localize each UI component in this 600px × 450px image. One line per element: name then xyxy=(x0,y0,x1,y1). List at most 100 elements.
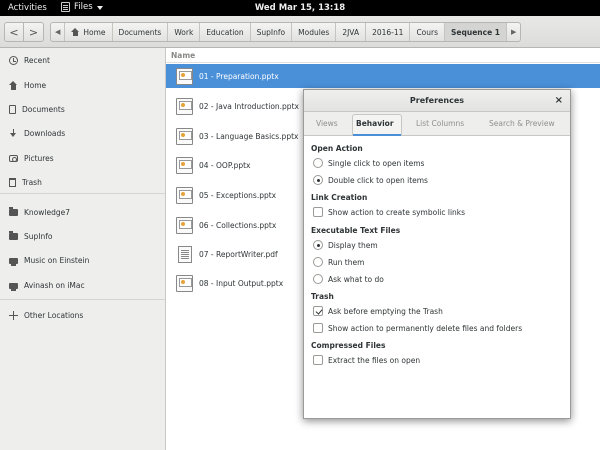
preferences-dialog: Preferences × Views Behavior List Column… xyxy=(303,89,571,419)
option-label: Ask what to do xyxy=(328,274,384,284)
back-button[interactable]: < xyxy=(4,22,24,42)
forward-button[interactable]: > xyxy=(24,22,44,42)
radio-ask-what-to-do[interactable]: Ask what to do xyxy=(313,274,384,284)
sidebar-item-avinash-on-imac[interactable]: Avinash on iMac xyxy=(0,276,165,294)
checkbox-extract-on-open[interactable]: Extract the files on open xyxy=(313,355,420,365)
sidebar-item-label: Downloads xyxy=(24,128,66,138)
sidebar-item-other-locations[interactable]: Other Locations xyxy=(0,306,165,324)
path-scroll-left-button[interactable]: ◀ xyxy=(51,23,64,41)
checkbox[interactable] xyxy=(313,207,323,217)
sidebar: Recent Home Documents Downloads Pictures… xyxy=(0,48,166,450)
clock[interactable]: Wed Mar 15, 13:18 xyxy=(0,3,600,13)
radio-button-selected[interactable] xyxy=(313,240,323,250)
file-name: 03 - Language Basics.pptx xyxy=(199,131,299,141)
radio-run-them[interactable]: Run them xyxy=(313,257,364,267)
home-icon xyxy=(71,28,80,36)
radio-button-selected[interactable] xyxy=(313,175,323,185)
active-tab-indicator xyxy=(353,134,401,136)
network-drive-icon xyxy=(9,282,18,291)
crumb-cours[interactable]: Cours xyxy=(409,23,444,41)
file-row[interactable]: 01 - Preparation.pptx xyxy=(166,64,600,88)
radio-single-click[interactable]: Single click to open items xyxy=(313,158,424,168)
recent-icon xyxy=(9,55,18,65)
option-label: Display them xyxy=(328,240,378,250)
section-title-open-action: Open Action xyxy=(311,144,363,153)
path-scroll-right-button[interactable]: ▶ xyxy=(506,23,520,41)
section-title-link-creation: Link Creation xyxy=(311,193,368,202)
presentation-file-icon xyxy=(176,216,193,234)
column-header-name[interactable]: Name xyxy=(166,48,600,63)
radio-button[interactable] xyxy=(313,274,323,284)
section-title-trash: Trash xyxy=(311,292,334,301)
sidebar-item-home[interactable]: Home xyxy=(0,76,165,94)
presentation-file-icon xyxy=(176,97,193,115)
crumb-modules[interactable]: Modules xyxy=(291,23,335,41)
close-icon[interactable]: × xyxy=(555,95,563,106)
crumb-2jva[interactable]: 2JVA xyxy=(335,23,365,41)
sidebar-item-documents[interactable]: Documents xyxy=(0,100,165,118)
section-title-compressed-files: Compressed Files xyxy=(311,341,386,350)
crumb-supinfo[interactable]: SupInfo xyxy=(249,23,291,41)
option-label: Ask before emptying the Trash xyxy=(328,306,443,316)
option-label: Show action to permanently delete files … xyxy=(328,323,523,333)
file-name: 05 - Exceptions.pptx xyxy=(199,190,277,200)
dialog-title: Preferences xyxy=(304,90,570,112)
checkbox[interactable] xyxy=(313,323,323,333)
crumb-work[interactable]: Work xyxy=(167,23,199,41)
tab-list-columns[interactable]: List Columns xyxy=(416,119,464,128)
folder-icon xyxy=(9,231,18,240)
sidebar-item-label: Recent xyxy=(24,55,50,65)
file-name: 08 - Input Output.pptx xyxy=(199,278,284,288)
file-name: 06 - Collections.pptx xyxy=(199,220,277,230)
presentation-file-icon xyxy=(176,67,193,85)
file-name: 01 - Preparation.pptx xyxy=(199,71,279,81)
plus-icon xyxy=(9,310,18,320)
tab-behavior[interactable]: Behavior xyxy=(356,119,394,128)
sidebar-item-trash[interactable]: Trash xyxy=(0,173,165,191)
pdf-file-icon xyxy=(178,245,192,263)
radio-display-them[interactable]: Display them xyxy=(313,240,378,250)
checkbox-ask-before-emptying[interactable]: Ask before emptying the Trash xyxy=(313,306,443,316)
checkbox[interactable] xyxy=(313,355,323,365)
checkbox-permanently-delete[interactable]: Show action to permanently delete files … xyxy=(313,323,522,333)
camera-icon xyxy=(9,155,18,162)
network-drive-icon xyxy=(9,257,18,266)
option-label: Extract the files on open xyxy=(328,355,421,365)
crumb-education[interactable]: Education xyxy=(199,23,249,41)
checkbox-symbolic-links[interactable]: Show action to create symbolic links xyxy=(313,207,465,217)
sidebar-item-recent[interactable]: Recent xyxy=(0,51,165,69)
tab-search-preview[interactable]: Search & Preview xyxy=(489,119,555,128)
sidebar-item-label: Pictures xyxy=(24,153,54,163)
radio-button[interactable] xyxy=(313,158,323,168)
sidebar-item-downloads[interactable]: Downloads xyxy=(0,124,165,142)
sidebar-separator xyxy=(0,193,165,194)
crumb-label: Home xyxy=(83,27,106,37)
trash-icon xyxy=(9,177,16,187)
sidebar-item-music-on-einstein[interactable]: Music on Einstein xyxy=(0,251,165,269)
tab-views[interactable]: Views xyxy=(316,119,338,128)
file-name: 02 - Java Introduction.pptx xyxy=(199,101,299,111)
crumb-2016-11[interactable]: 2016-11 xyxy=(365,23,409,41)
sidebar-item-label: Trash xyxy=(22,177,42,187)
folder-icon xyxy=(9,207,18,216)
crumb-documents[interactable]: Documents xyxy=(111,23,168,41)
sidebar-item-pictures[interactable]: Pictures xyxy=(0,149,165,167)
checkbox-checked[interactable] xyxy=(313,306,323,316)
header-bar: < > ◀ Home Documents Work Education SupI… xyxy=(0,16,600,48)
top-bar: Activities Files Wed Mar 15, 13:18 xyxy=(0,0,600,16)
section-title-executable-text-files: Executable Text Files xyxy=(311,226,401,235)
radio-button[interactable] xyxy=(313,257,323,267)
option-label: Single click to open items xyxy=(328,158,425,168)
crumb-home[interactable]: Home xyxy=(64,23,111,41)
radio-double-click[interactable]: Double click to open items xyxy=(313,175,428,185)
presentation-file-icon xyxy=(176,127,193,145)
sidebar-item-knowledge7[interactable]: Knowledge7 xyxy=(0,203,165,221)
option-label: Show action to create symbolic links xyxy=(328,207,466,217)
file-name: 04 - OOP.pptx xyxy=(199,160,251,170)
sidebar-item-supinfo[interactable]: SupInfo xyxy=(0,227,165,245)
crumb-sequence-1[interactable]: Sequence 1 xyxy=(444,23,506,41)
path-bar: ◀ Home Documents Work Education SupInfo … xyxy=(50,22,522,42)
option-label: Double click to open items xyxy=(328,175,428,185)
sidebar-item-label: Home xyxy=(24,80,47,90)
sidebar-item-label: Avinash on iMac xyxy=(24,280,85,290)
